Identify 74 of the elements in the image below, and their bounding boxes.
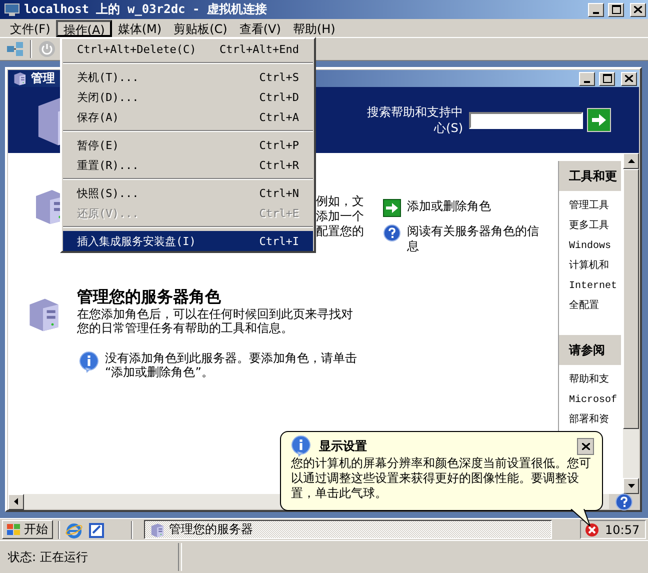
panel-link[interactable]: 更多工具 [559, 217, 621, 237]
close-icon [582, 442, 590, 450]
down-arrow-icon [628, 484, 634, 488]
browser-icon[interactable] [65, 520, 83, 538]
minimize-icon [593, 12, 599, 14]
minimize-button[interactable] [588, 2, 604, 16]
scroll-down-button[interactable] [623, 478, 639, 494]
maximize-button[interactable] [608, 2, 624, 16]
close-icon [625, 75, 633, 82]
server-icon [12, 71, 27, 86]
balloon-tooltip[interactable]: 显示设置 您的计算机的屏幕分辨率和颜色深度当前设置很低。您可 以通过调整这些设置来获得更好的图像性能。要调整设 置，单击此气球。 [280, 431, 603, 511]
panel-heading: 请参阅 [559, 335, 621, 365]
notice-text: 没有添加角色到此服务器。要添加角色，请单击 “添加或删除角色”。 [105, 351, 357, 379]
scroll-left-button[interactable] [8, 494, 24, 510]
clock: 10:57 [605, 522, 640, 536]
menu-item[interactable]: 文件(F) [4, 20, 56, 36]
panel-link[interactable]: 全配置 [559, 297, 621, 317]
panel-link[interactable]: Microsof [559, 391, 621, 411]
up-arrow-icon [628, 159, 634, 163]
info-icon [291, 435, 311, 457]
menu-item[interactable]: 帮助(H) [286, 20, 342, 36]
info-icon [79, 351, 99, 373]
status-text: 状态: 正在运行 [7, 548, 89, 566]
balloon-text: 您的计算机的屏幕分辨率和颜色深度当前设置很低。您可 以通过调整这些设置来获得更好的图像性能。要调整设 置，单击此气球。 [291, 456, 592, 501]
minimize-button[interactable] [579, 72, 595, 86]
panel-link[interactable]: Windows [559, 237, 621, 257]
arrow-icon [590, 112, 608, 128]
panel-link[interactable]: 管理工具 [559, 197, 621, 217]
menu-item[interactable]: 操作(A) [56, 20, 112, 36]
scroll-up-button[interactable] [623, 153, 639, 169]
maximize-icon [602, 74, 612, 83]
server-icon [149, 522, 165, 538]
menu-item[interactable]: 媒体(M) [112, 20, 168, 36]
menu-item[interactable]: 关闭(D)... Ctrl+D [63, 87, 313, 107]
menu-item[interactable]: 保存(A) Ctrl+A [63, 107, 313, 127]
window-title: localhost 上的 w_03r2dc - 虚拟机连接 [24, 1, 267, 18]
panel-heading: 工具和更 [559, 161, 621, 191]
taskbar-button[interactable]: 管理您的服务器 [144, 520, 552, 539]
minimize-icon [584, 80, 590, 82]
windows-flag-icon [7, 524, 21, 536]
panel-link[interactable]: 帮助和支 [559, 371, 621, 391]
section-heading: 管理您的服务器角色 [77, 287, 221, 306]
menu-item[interactable]: Ctrl+Alt+Delete(C) Ctrl+Alt+End [63, 39, 313, 59]
close-icon [634, 6, 642, 13]
menu-item[interactable]: 剪贴板(C) [168, 20, 234, 36]
error-icon[interactable] [585, 522, 599, 536]
task-link[interactable]: 添加或删除角色 [407, 199, 491, 214]
menu-item[interactable]: 查看(V) [233, 20, 287, 36]
menu-item[interactable]: 暂停(E) Ctrl+P [63, 135, 313, 155]
description-text: 例如，文 添加一个 配置您的 [316, 194, 364, 239]
start-button[interactable]: 开始 [2, 520, 53, 539]
search-field[interactable] [469, 112, 583, 128]
close-button[interactable] [577, 438, 594, 454]
balloon-title: 显示设置 [319, 438, 368, 454]
panel-link[interactable]: Internet [559, 277, 621, 297]
scroll-thumb[interactable] [623, 169, 639, 429]
monitor-icon [4, 2, 20, 16]
menu-item[interactable]: 插入集成服务安装盘(I) Ctrl+I [63, 231, 313, 251]
search-label: 搜索帮助和支持中 心(S) [367, 104, 463, 136]
go-button[interactable] [587, 108, 611, 132]
left-arrow-icon [14, 498, 18, 505]
panel-link[interactable]: 部署和资 [559, 411, 621, 431]
menu-item[interactable]: 快照(S)... Ctrl+N [63, 183, 313, 203]
section-description: 在您添加角色后，可以在任何时候回到此页来寻找对 您的日常管理任务有帮助的工具和信息。 [77, 307, 354, 335]
maximize-button[interactable] [599, 72, 615, 86]
help-icon [383, 224, 401, 242]
document-icon[interactable] [88, 520, 106, 538]
window-title: 管理 [31, 70, 55, 87]
menu-item[interactable]: 关机(T)... Ctrl+S [63, 67, 313, 87]
balloon-tail [570, 509, 592, 527]
menu-item[interactable]: 重置(R)... Ctrl+R [63, 155, 313, 175]
maximize-icon [612, 5, 620, 14]
task-link[interactable]: 阅读有关服务器角色的信 息 [407, 224, 539, 254]
panel-link[interactable]: 计算机和 [559, 257, 621, 277]
